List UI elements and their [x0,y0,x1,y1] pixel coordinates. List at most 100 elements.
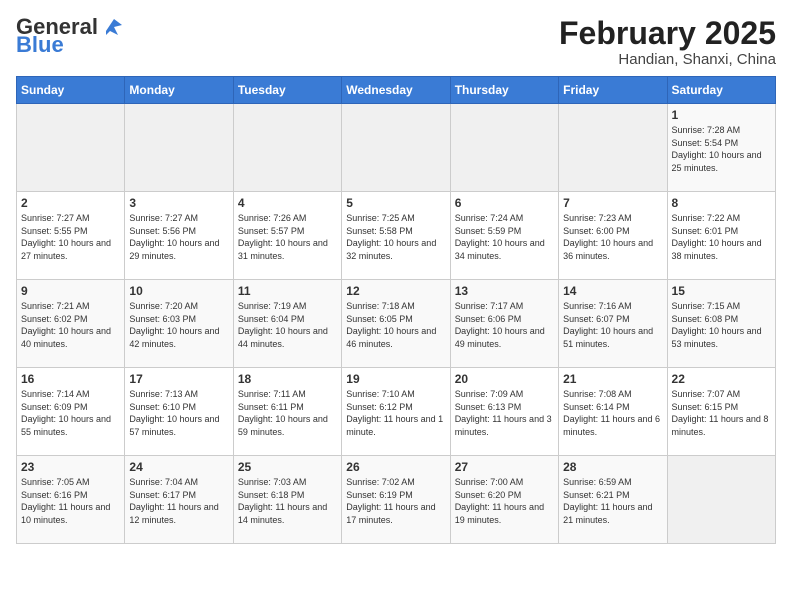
day-info: Sunrise: 7:26 AM Sunset: 5:57 PM Dayligh… [238,212,337,262]
day-info: Sunrise: 7:05 AM Sunset: 6:16 PM Dayligh… [21,476,120,526]
day-number: 3 [129,196,228,210]
day-info: Sunrise: 7:21 AM Sunset: 6:02 PM Dayligh… [21,300,120,350]
day-info: Sunrise: 7:07 AM Sunset: 6:15 PM Dayligh… [672,388,771,438]
day-number: 16 [21,372,120,386]
day-cell [342,104,450,192]
day-cell: 20 Sunrise: 7:09 AM Sunset: 6:13 PM Dayli… [450,368,558,456]
day-cell: 23 Sunrise: 7:05 AM Sunset: 6:16 PM Dayli… [17,456,125,544]
logo: General Blue [16,16,122,56]
day-number: 11 [238,284,337,298]
day-number: 17 [129,372,228,386]
day-cell: 2 Sunrise: 7:27 AM Sunset: 5:55 PM Daylig… [17,192,125,280]
header-monday: Monday [125,77,233,104]
day-number: 20 [455,372,554,386]
header-friday: Friday [559,77,667,104]
day-cell: 10 Sunrise: 7:20 AM Sunset: 6:03 PM Dayli… [125,280,233,368]
day-info: Sunrise: 7:24 AM Sunset: 5:59 PM Dayligh… [455,212,554,262]
day-cell [233,104,341,192]
day-info: Sunrise: 7:14 AM Sunset: 6:09 PM Dayligh… [21,388,120,438]
day-number: 18 [238,372,337,386]
day-number: 12 [346,284,445,298]
day-info: Sunrise: 7:27 AM Sunset: 5:56 PM Dayligh… [129,212,228,262]
day-cell [17,104,125,192]
day-number: 8 [672,196,771,210]
day-cell: 9Sunrise: 7:21 AM Sunset: 6:02 PM Daylig… [17,280,125,368]
day-info: Sunrise: 7:19 AM Sunset: 6:04 PM Dayligh… [238,300,337,350]
day-number: 2 [21,196,120,210]
day-info: Sunrise: 7:20 AM Sunset: 6:03 PM Dayligh… [129,300,228,350]
header-tuesday: Tuesday [233,77,341,104]
day-cell: 5 Sunrise: 7:25 AM Sunset: 5:58 PM Daylig… [342,192,450,280]
day-info: Sunrise: 7:04 AM Sunset: 6:17 PM Dayligh… [129,476,228,526]
day-info: Sunrise: 7:03 AM Sunset: 6:18 PM Dayligh… [238,476,337,526]
calendar-subtitle: Handian, Shanxi, China [559,51,776,68]
day-number: 4 [238,196,337,210]
day-info: Sunrise: 7:27 AM Sunset: 5:55 PM Dayligh… [21,212,120,262]
calendar-title: February 2025 [559,16,776,51]
day-number: 23 [21,460,120,474]
day-cell: 15 Sunrise: 7:15 AM Sunset: 6:08 PM Dayli… [667,280,775,368]
header-saturday: Saturday [667,77,775,104]
day-cell: 3 Sunrise: 7:27 AM Sunset: 5:56 PM Daylig… [125,192,233,280]
day-info: Sunrise: 7:25 AM Sunset: 5:58 PM Dayligh… [346,212,445,262]
day-cell [450,104,558,192]
day-number: 13 [455,284,554,298]
day-number: 24 [129,460,228,474]
week-row-2: 2 Sunrise: 7:27 AM Sunset: 5:55 PM Daylig… [17,192,776,280]
day-info: Sunrise: 7:15 AM Sunset: 6:08 PM Dayligh… [672,300,771,350]
day-info: Sunrise: 6:59 AM Sunset: 6:21 PM Dayligh… [563,476,662,526]
day-number: 6 [455,196,554,210]
header-thursday: Thursday [450,77,558,104]
day-number: 5 [346,196,445,210]
day-info: Sunrise: 7:22 AM Sunset: 6:01 PM Dayligh… [672,212,771,262]
day-number: 25 [238,460,337,474]
day-number: 15 [672,284,771,298]
page-header: General Blue February 2025 Handian, Shan… [16,16,776,68]
header-wednesday: Wednesday [342,77,450,104]
day-number: 10 [129,284,228,298]
day-cell: 24 Sunrise: 7:04 AM Sunset: 6:17 PM Dayli… [125,456,233,544]
day-info: Sunrise: 7:28 AM Sunset: 5:54 PM Dayligh… [672,124,771,174]
day-cell [667,456,775,544]
day-info: Sunrise: 7:13 AM Sunset: 6:10 PM Dayligh… [129,388,228,438]
day-cell: 6 Sunrise: 7:24 AM Sunset: 5:59 PM Daylig… [450,192,558,280]
week-row-1: 1Sunrise: 7:28 AM Sunset: 5:54 PM Daylig… [17,104,776,192]
day-cell: 4 Sunrise: 7:26 AM Sunset: 5:57 PM Daylig… [233,192,341,280]
day-number: 28 [563,460,662,474]
day-cell: 11 Sunrise: 7:19 AM Sunset: 6:04 PM Dayli… [233,280,341,368]
day-cell: 14Sunrise: 7:16 AM Sunset: 6:07 PM Dayli… [559,280,667,368]
day-cell: 18 Sunrise: 7:11 AM Sunset: 6:11 PM Dayli… [233,368,341,456]
day-cell: 25 Sunrise: 7:03 AM Sunset: 6:18 PM Dayli… [233,456,341,544]
day-info: Sunrise: 7:09 AM Sunset: 6:13 PM Dayligh… [455,388,554,438]
day-info: Sunrise: 7:18 AM Sunset: 6:05 PM Dayligh… [346,300,445,350]
day-info: Sunrise: 7:10 AM Sunset: 6:12 PM Dayligh… [346,388,445,438]
day-info: Sunrise: 7:11 AM Sunset: 6:11 PM Dayligh… [238,388,337,438]
day-cell: 21Sunrise: 7:08 AM Sunset: 6:14 PM Dayli… [559,368,667,456]
day-info: Sunrise: 7:00 AM Sunset: 6:20 PM Dayligh… [455,476,554,526]
header-sunday: Sunday [17,77,125,104]
day-cell: 28 Sunrise: 6:59 AM Sunset: 6:21 PM Dayli… [559,456,667,544]
day-number: 14 [563,284,662,298]
day-cell: 27Sunrise: 7:00 AM Sunset: 6:20 PM Dayli… [450,456,558,544]
day-cell: 12 Sunrise: 7:18 AM Sunset: 6:05 PM Dayli… [342,280,450,368]
day-cell: 17 Sunrise: 7:13 AM Sunset: 6:10 PM Dayli… [125,368,233,456]
day-info: Sunrise: 7:02 AM Sunset: 6:19 PM Dayligh… [346,476,445,526]
day-cell: 7 Sunrise: 7:23 AM Sunset: 6:00 PM Daylig… [559,192,667,280]
day-number: 19 [346,372,445,386]
day-info: Sunrise: 7:08 AM Sunset: 6:14 PM Dayligh… [563,388,662,438]
logo-bird-icon [100,17,122,35]
title-block: February 2025 Handian, Shanxi, China [559,16,776,68]
day-number: 7 [563,196,662,210]
day-cell: 26Sunrise: 7:02 AM Sunset: 6:19 PM Dayli… [342,456,450,544]
week-row-5: 23 Sunrise: 7:05 AM Sunset: 6:16 PM Dayli… [17,456,776,544]
logo-blue-text: Blue [16,34,64,56]
day-cell: 22 Sunrise: 7:07 AM Sunset: 6:15 PM Dayli… [667,368,775,456]
day-info: Sunrise: 7:23 AM Sunset: 6:00 PM Dayligh… [563,212,662,262]
day-cell: 8 Sunrise: 7:22 AM Sunset: 6:01 PM Daylig… [667,192,775,280]
week-row-3: 9Sunrise: 7:21 AM Sunset: 6:02 PM Daylig… [17,280,776,368]
day-cell [559,104,667,192]
weekday-header-row: SundayMondayTuesdayWednesdayThursdayFrid… [17,77,776,104]
day-number: 22 [672,372,771,386]
calendar-table: SundayMondayTuesdayWednesdayThursdayFrid… [16,76,776,544]
day-cell: 13Sunrise: 7:17 AM Sunset: 6:06 PM Dayli… [450,280,558,368]
